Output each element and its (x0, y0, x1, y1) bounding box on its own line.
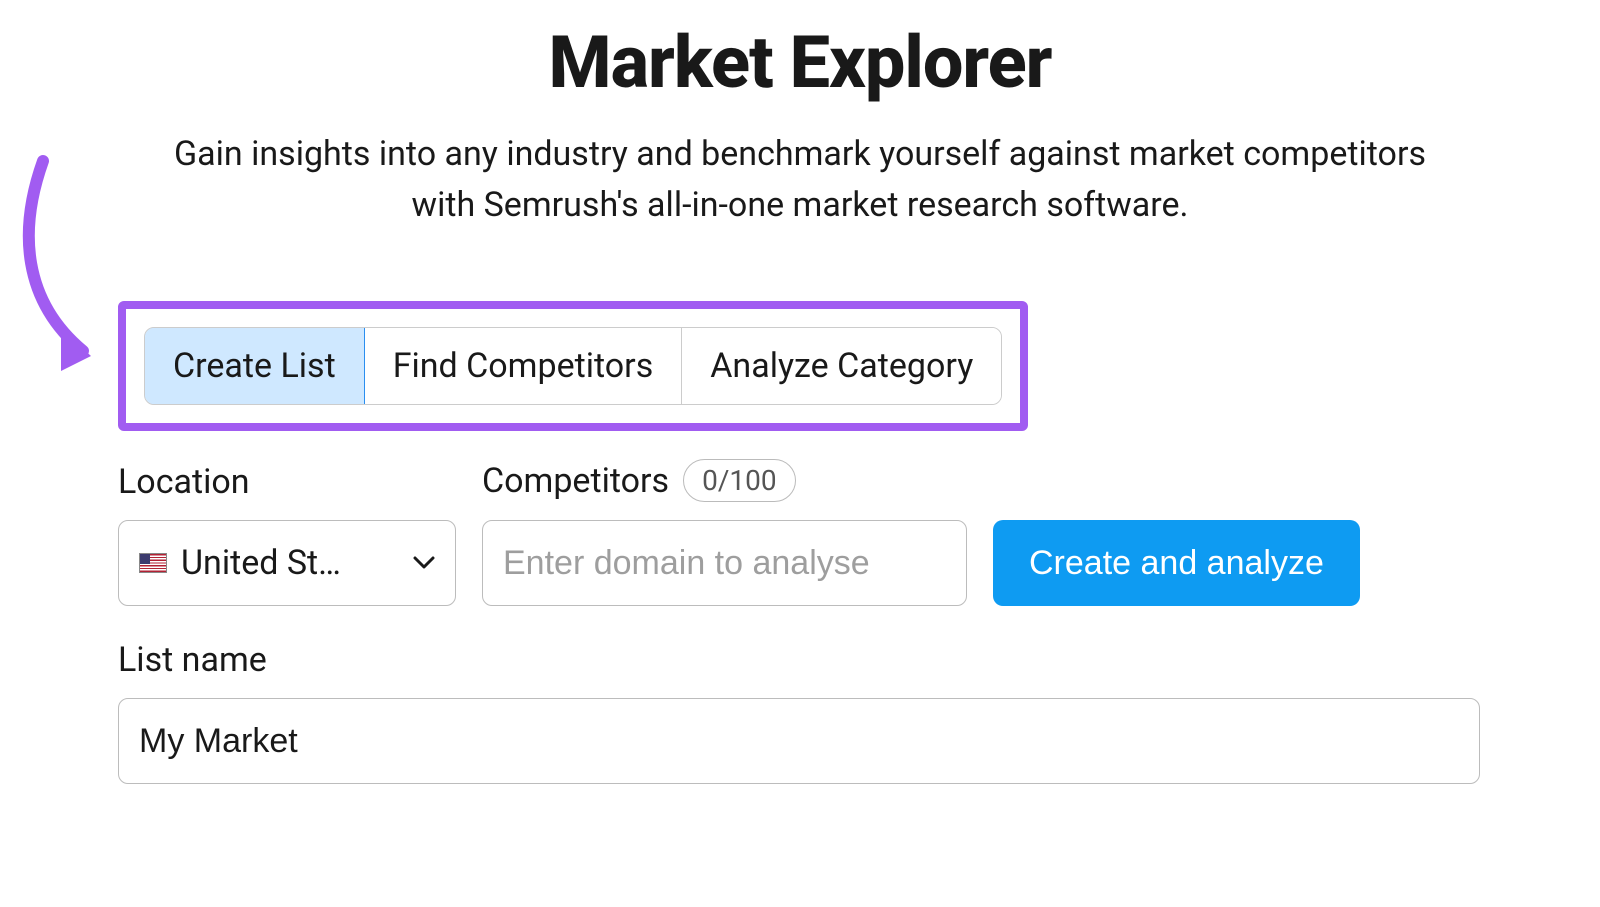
listname-field: List name (118, 640, 1480, 784)
page-title: Market Explorer (0, 20, 1600, 105)
location-field: Location United St… (118, 462, 456, 606)
listname-label: List name (118, 640, 1480, 680)
location-label: Location (118, 462, 456, 502)
chevron-down-icon (413, 556, 435, 570)
tabs-group: Create List Find Competitors Analyze Cat… (144, 327, 1002, 405)
listname-input[interactable] (118, 698, 1480, 784)
tab-analyze-category[interactable]: Analyze Category (682, 328, 1001, 404)
competitors-count-badge: 0/100 (683, 459, 796, 502)
competitors-field: Competitors 0/100 (482, 459, 967, 606)
competitors-label: Competitors (482, 461, 669, 501)
competitors-input[interactable] (482, 520, 967, 606)
tab-create-list[interactable]: Create List (144, 327, 365, 405)
location-select[interactable]: United St… (118, 520, 456, 606)
tab-find-competitors[interactable]: Find Competitors (365, 328, 683, 404)
create-and-analyze-button[interactable]: Create and analyze (993, 520, 1360, 606)
location-value: United St… (181, 543, 341, 583)
us-flag-icon (139, 553, 167, 573)
page-subtitle: Gain insights into any industry and benc… (110, 129, 1490, 231)
tabs-highlight-box: Create List Find Competitors Analyze Cat… (118, 301, 1028, 431)
